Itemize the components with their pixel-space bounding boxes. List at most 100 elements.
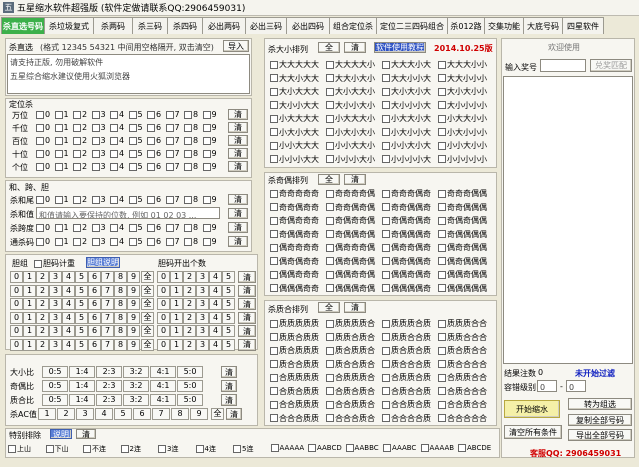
- ac-clear-button[interactable]: 清: [226, 408, 242, 420]
- checkbox[interactable]: [326, 270, 334, 279]
- dan-num-cell[interactable]: 8: [114, 271, 127, 283]
- oddeven-item[interactable]: 奇偶奇奇偶: [326, 215, 375, 226]
- checkbox[interactable]: [184, 195, 192, 204]
- dan-num-cell[interactable]: 5: [75, 271, 88, 283]
- checkbox[interactable]: [91, 123, 100, 132]
- special-item[interactable]: 上山: [8, 444, 31, 454]
- sum-clear-button[interactable]: 清: [228, 208, 248, 219]
- checkbox[interactable]: [438, 87, 446, 96]
- checkbox[interactable]: [382, 189, 390, 198]
- checkbox[interactable]: [438, 128, 446, 136]
- primecomp-item[interactable]: 合合合质合: [326, 413, 375, 424]
- digit-checkbox[interactable]: 9: [202, 149, 217, 158]
- checkbox[interactable]: [128, 223, 137, 232]
- dan-num-cell[interactable]: 3: [49, 325, 62, 337]
- dan-num-cell[interactable]: 8: [114, 284, 127, 297]
- bigsmall-item[interactable]: 小小大大大: [270, 140, 319, 151]
- checkbox[interactable]: [91, 149, 100, 158]
- sum-clear-button[interactable]: 清: [228, 222, 248, 233]
- dan-count-cell[interactable]: 3: [196, 284, 209, 297]
- dan-count-cell[interactable]: 1: [170, 338, 183, 351]
- tab-8[interactable]: 组合定位杀: [329, 17, 377, 34]
- checkbox[interactable]: [326, 230, 334, 238]
- checkbox[interactable]: [91, 110, 100, 119]
- digit-checkbox[interactable]: 6: [147, 110, 161, 119]
- checkbox[interactable]: [270, 360, 278, 368]
- digit-checkbox[interactable]: 5: [128, 136, 143, 145]
- oddeven-item[interactable]: 奇偶偶奇偶: [326, 229, 375, 240]
- bigsmall-item[interactable]: 小大大小小: [438, 113, 487, 124]
- checkbox[interactable]: [270, 373, 278, 382]
- checkbox[interactable]: [91, 223, 100, 232]
- dan-count-cell[interactable]: 5: [222, 325, 235, 337]
- ratio-option[interactable]: 3:2: [123, 366, 149, 378]
- primecomp-item[interactable]: 合质质合质: [382, 372, 431, 383]
- dan-num-cell[interactable]: 6: [88, 271, 101, 283]
- result-list[interactable]: [503, 76, 633, 364]
- dan-count-cell[interactable]: 0: [157, 298, 170, 310]
- dan-num-cell[interactable]: 6: [88, 298, 101, 310]
- checkbox[interactable]: [202, 223, 211, 232]
- checkbox[interactable]: [128, 110, 137, 119]
- checkbox[interactable]: [165, 223, 174, 232]
- dan-count-cell[interactable]: 3: [196, 325, 209, 337]
- checkbox[interactable]: [326, 414, 334, 422]
- dan-num-cell[interactable]: 9: [127, 271, 140, 283]
- ratio-clear-button[interactable]: 清: [221, 380, 237, 392]
- digit-checkbox[interactable]: 4: [110, 195, 124, 204]
- bigsmall-item[interactable]: 小小小小小: [438, 154, 487, 165]
- digit-checkbox[interactable]: 3: [91, 123, 106, 132]
- oddeven-item[interactable]: 奇奇奇奇偶: [326, 188, 375, 199]
- checkbox[interactable]: [438, 360, 446, 368]
- dan-clear-button[interactable]: 清: [238, 325, 256, 337]
- dan-count-cell[interactable]: 1: [170, 298, 183, 310]
- oddeven-item[interactable]: 偶奇偶奇偶: [326, 256, 375, 267]
- checkbox[interactable]: [184, 136, 192, 145]
- dan-count-check[interactable]: 胆码计重: [34, 258, 75, 269]
- digit-checkbox[interactable]: 2: [73, 223, 87, 232]
- dan-count-cell[interactable]: 2: [183, 298, 196, 310]
- checkbox[interactable]: [270, 114, 278, 123]
- digit-checkbox[interactable]: 5: [128, 149, 143, 158]
- dan-count-cell[interactable]: 4: [209, 284, 222, 297]
- export-button[interactable]: 导出全部号码: [568, 429, 632, 441]
- checkbox[interactable]: [438, 333, 446, 341]
- checkbox[interactable]: [54, 123, 63, 132]
- bigsmall-item[interactable]: 小大小小小: [438, 127, 487, 138]
- dan-count-cell[interactable]: 2: [183, 271, 196, 283]
- checkbox[interactable]: [184, 110, 192, 119]
- dan-clear-button[interactable]: 清: [238, 271, 256, 283]
- checkbox[interactable]: [326, 284, 334, 292]
- dan-all-button[interactable]: 全: [141, 325, 154, 337]
- checkbox[interactable]: [270, 387, 278, 395]
- tab-10[interactable]: 杀012路: [447, 17, 485, 34]
- checkbox[interactable]: [326, 216, 334, 225]
- digit-checkbox[interactable]: 4: [110, 110, 124, 119]
- oddeven-item[interactable]: 偶奇奇奇奇: [270, 242, 319, 253]
- oddeven-clear-button[interactable]: 清: [344, 174, 366, 185]
- checkbox[interactable]: [165, 123, 174, 132]
- dan-num-cell[interactable]: 5: [75, 311, 88, 324]
- clear-all-button[interactable]: 清空所有条件: [504, 425, 562, 439]
- dan-num-cell[interactable]: 2: [36, 311, 49, 324]
- checkbox[interactable]: [270, 189, 278, 198]
- dan-num-cell[interactable]: 0: [10, 271, 23, 283]
- checkbox[interactable]: [270, 243, 278, 252]
- dan-count-cell[interactable]: 0: [157, 284, 170, 297]
- ratio-option[interactable]: 5:0: [177, 394, 203, 406]
- special-clear-button[interactable]: 清: [76, 429, 96, 439]
- checkbox[interactable]: [438, 387, 446, 395]
- checkbox[interactable]: [128, 195, 137, 204]
- checkbox[interactable]: [326, 257, 334, 265]
- dan-num-cell[interactable]: 5: [75, 284, 88, 297]
- checkbox[interactable]: [382, 270, 390, 279]
- checkbox[interactable]: [147, 223, 155, 232]
- checkbox[interactable]: [326, 203, 334, 211]
- digit-checkbox[interactable]: 8: [184, 162, 198, 171]
- dan-count-cell[interactable]: 4: [209, 271, 222, 283]
- tab-13[interactable]: 四星软件: [562, 17, 604, 34]
- digit-checkbox[interactable]: 5: [128, 162, 143, 171]
- oddeven-item[interactable]: 偶偶奇偶偶: [438, 269, 487, 280]
- ratio-option[interactable]: 3:2: [123, 394, 149, 406]
- digit-checkbox[interactable]: 5: [128, 237, 143, 246]
